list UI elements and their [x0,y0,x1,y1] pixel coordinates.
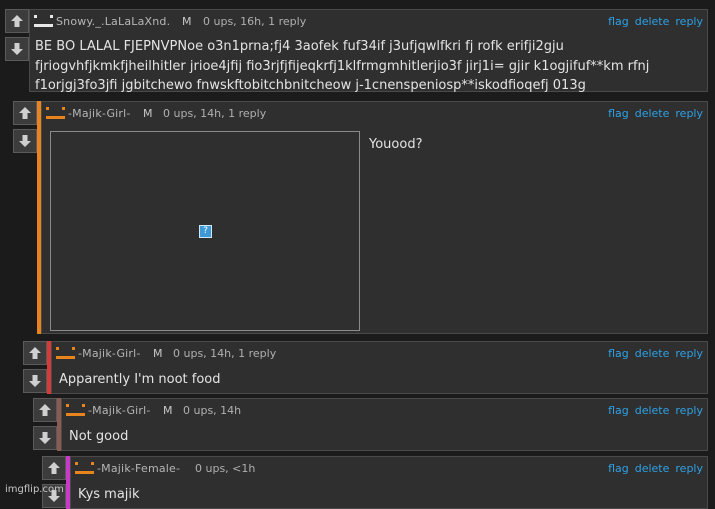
comment-text: Youood? [369,137,423,152]
mod-badge: M [143,107,153,120]
comment-meta: 0 ups, <1h [195,462,256,475]
comment-3: -Majik-Girl- M 0 ups, 14h, 1 reply flag d… [23,341,708,394]
upvote-button[interactable] [42,456,66,480]
comment-panel: -Majik-Girl- M 0 ups, 14h flag delete repl… [61,398,708,451]
comment-panel: -Majik-Female- 0 ups, <1h flag delete repl… [70,456,708,509]
arrow-up-icon [19,107,31,119]
flag-link[interactable]: flag [608,347,629,360]
comment-actions: flag delete reply [602,404,703,417]
username-link[interactable]: Snowy._.LaLaLaXnd. [56,15,170,28]
comment-text: Not good [69,429,129,444]
downvote-button[interactable] [33,426,57,450]
arrow-up-icon [39,404,51,416]
reply-link[interactable]: reply [675,347,703,360]
delete-link[interactable]: delete [635,462,670,475]
username-link[interactable]: -Majik-Girl- [68,107,131,120]
comment-header: -Majik-Girl- M 0 ups, 14h, 1 reply flag d… [46,107,703,121]
avatar-icon [46,107,65,119]
username-link[interactable]: -Majik-Girl- [78,347,141,360]
comment-header: -Majik-Girl- M 0 ups, 14h, 1 reply flag d… [56,347,703,361]
delete-link[interactable]: delete [635,107,670,120]
comment-text: BE BO LALAL FJEPNVPNoe o3n1prna;fj4 3aof… [35,39,650,93]
comment-panel: -Majik-Girl- M 0 ups, 14h, 1 reply flag d… [51,341,708,394]
arrow-up-icon [29,347,41,359]
comment-header: -Majik-Girl- M 0 ups, 14h flag delete repl… [66,404,703,418]
delete-link[interactable]: delete [635,404,670,417]
flag-link[interactable]: flag [608,107,629,120]
reply-link[interactable]: reply [675,107,703,120]
comment-meta: 0 ups, 14h, 1 reply [163,107,267,120]
comment-meta: 0 ups, 16h, 1 reply [203,15,307,28]
avatar-icon [66,404,85,416]
avatar-icon [34,15,53,27]
upvote-button[interactable] [13,101,37,125]
arrow-up-icon [48,462,60,474]
reply-link[interactable]: reply [675,15,703,28]
flag-link[interactable]: flag [608,15,629,28]
avatar-icon [56,347,75,359]
comment-meta: 0 ups, 14h [183,404,242,417]
downvote-button[interactable] [23,369,47,393]
upvote-button[interactable] [23,341,47,365]
comment-actions: flag delete reply [602,15,703,28]
broken-image-icon: ? [199,225,212,238]
imgflip-watermark: imgflip.com [5,484,64,495]
comment-image[interactable]: ? [50,131,360,331]
mod-badge: M [182,15,192,28]
downvote-button[interactable] [13,129,37,153]
upvote-button[interactable] [33,398,57,422]
comment-4: -Majik-Girl- M 0 ups, 14h flag delete repl… [33,398,708,451]
arrow-down-icon [39,432,51,444]
comment-text: Kys majik [78,487,140,502]
comment-panel: Snowy._.LaLaLaXnd. M 0 ups, 16h, 1 reply… [29,9,708,93]
arrow-down-icon [11,43,23,55]
mod-badge: M [153,347,163,360]
comment-header: -Majik-Female- 0 ups, <1h flag delete repl… [75,462,703,476]
flag-link[interactable]: flag [608,462,629,475]
flag-link[interactable]: flag [608,404,629,417]
mod-badge: M [163,404,173,417]
downvote-button[interactable] [5,37,29,61]
comment-meta: 0 ups, 14h, 1 reply [173,347,277,360]
delete-link[interactable]: delete [635,347,670,360]
comment-text: Apparently I'm noot food [59,372,221,387]
username-link[interactable]: -Majik-Female- [97,462,180,475]
comment-1: Snowy._.LaLaLaXnd. M 0 ups, 16h, 1 reply… [5,9,708,93]
reply-link[interactable]: reply [675,462,703,475]
delete-link[interactable]: delete [635,15,670,28]
comment-actions: flag delete reply [602,462,703,475]
avatar-icon [75,462,94,474]
comment-actions: flag delete reply [602,347,703,360]
comment-2: -Majik-Girl- M 0 ups, 14h, 1 reply flag d… [13,101,708,334]
comment-actions: flag delete reply [602,107,703,120]
comment-header: Snowy._.LaLaLaXnd. M 0 ups, 16h, 1 reply… [34,15,703,29]
arrow-down-icon [19,135,31,147]
arrow-down-icon [29,375,41,387]
upvote-button[interactable] [5,9,29,33]
username-link[interactable]: -Majik-Girl- [88,404,151,417]
comment-panel: -Majik-Girl- M 0 ups, 14h, 1 reply flag d… [41,101,708,334]
arrow-up-icon [11,15,23,27]
reply-link[interactable]: reply [675,404,703,417]
comment-5: -Majik-Female- 0 ups, <1h flag delete repl… [42,456,708,509]
